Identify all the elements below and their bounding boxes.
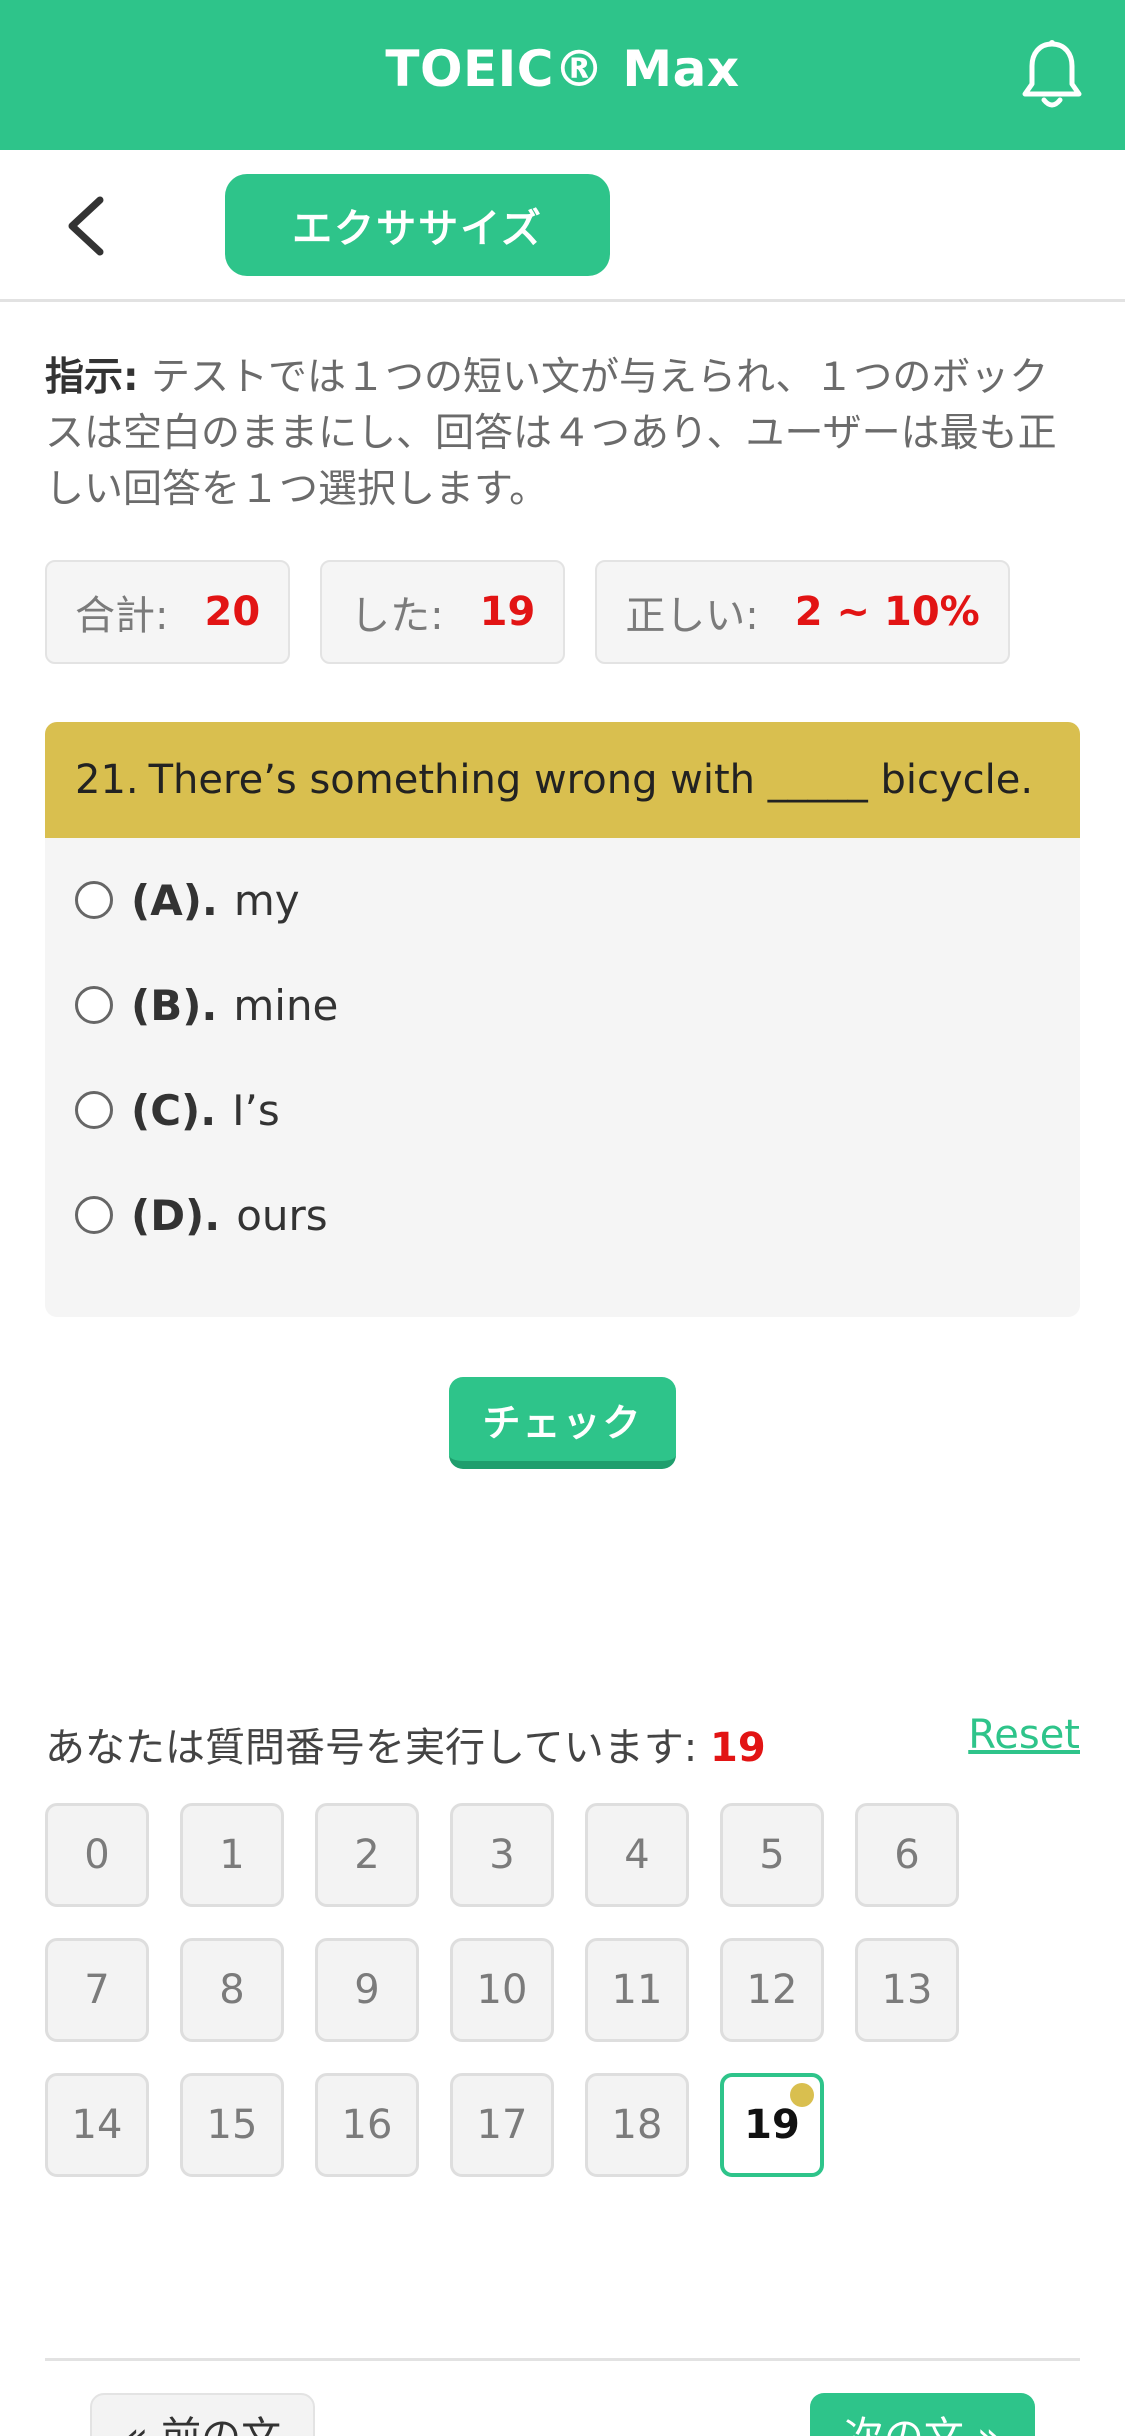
check-button[interactable]: チェック — [449, 1377, 676, 1469]
radio-b[interactable] — [75, 986, 113, 1024]
stat-done-value: 19 — [479, 589, 536, 635]
question-number-label: 4 — [624, 1832, 650, 1878]
bell-icon[interactable] — [1019, 38, 1085, 112]
stat-correct-label: 正しい: — [625, 593, 759, 639]
radio-c[interactable] — [75, 1091, 113, 1129]
stat-total-label: 合計: — [75, 593, 169, 639]
question-number-label: 2 — [354, 1832, 380, 1878]
reset-link[interactable]: Reset — [968, 1712, 1080, 1758]
next-button[interactable]: 次の文 » — [810, 2393, 1035, 2436]
prev-button[interactable]: « 前の文 — [90, 2393, 315, 2436]
question-number-label: 10 — [476, 1967, 528, 2013]
question-number-label: 1 — [219, 1832, 245, 1878]
question-number-button[interactable]: 7 — [45, 1938, 149, 2042]
question-number-label: 8 — [219, 1967, 245, 2013]
stat-total: 合計: 20 — [45, 560, 291, 664]
stat-total-value: 20 — [204, 589, 261, 635]
question-number-button[interactable]: 16 — [315, 2073, 419, 2177]
current-question-number: 19 — [710, 1725, 766, 1771]
question-number-button[interactable]: 2 — [315, 1803, 419, 1907]
question-number-label: 6 — [894, 1832, 920, 1878]
question-number-label: 11 — [611, 1967, 663, 2013]
question-number-label: 15 — [206, 2102, 258, 2148]
question-number-label: 5 — [759, 1832, 785, 1878]
option-c[interactable]: (C). I’s — [75, 1080, 280, 1140]
question-number-button[interactable]: 1 — [180, 1803, 284, 1907]
question-number-label: 16 — [341, 2102, 393, 2148]
question-number-button[interactable]: 0 — [45, 1803, 149, 1907]
option-a-text: my — [233, 875, 300, 925]
question-number-button[interactable]: 8 — [180, 1938, 284, 2042]
option-b[interactable]: (B). mine — [75, 975, 338, 1035]
top-app-bar: TOEIC® Max — [0, 0, 1125, 150]
question-number-button[interactable]: 3 — [450, 1803, 554, 1907]
question-text: There’s something wrong with _____ bicyc… — [148, 757, 1034, 803]
divider — [45, 2358, 1080, 2361]
radio-a[interactable] — [75, 881, 113, 919]
question-number-label: 18 — [611, 2102, 663, 2148]
radio-d[interactable] — [75, 1196, 113, 1234]
question-header: 21. There’s something wrong with _____ b… — [45, 722, 1080, 838]
question-number-button[interactable]: 15 — [180, 2073, 284, 2177]
progress-label-text: あなたは質問番号を実行しています: — [45, 1725, 698, 1771]
question-number-label: 0 — [84, 1832, 110, 1878]
question-number-button[interactable]: 18 — [585, 2073, 689, 2177]
question-number-label: 3 — [489, 1832, 515, 1878]
current-indicator-dot — [790, 2083, 814, 2107]
question-number-button[interactable]: 6 — [855, 1803, 959, 1907]
tab-exercise[interactable]: エクササイズ — [225, 174, 610, 276]
question-number-button[interactable]: 19 — [720, 2073, 824, 2177]
option-a[interactable]: (A). my — [75, 870, 300, 930]
question-number-label: 17 — [476, 2102, 528, 2148]
option-c-letter: (C). — [131, 1085, 217, 1135]
question-number-label: 7 — [84, 1967, 110, 2013]
question-number-button[interactable]: 14 — [45, 2073, 149, 2177]
option-b-text: mine — [233, 980, 339, 1030]
question-number-button[interactable]: 9 — [315, 1938, 419, 2042]
instructions-label: 指示: — [45, 355, 139, 400]
stats-row: 合計: 20 した: 19 正しい: 2 ~ 10% — [45, 560, 1010, 664]
chevron-left-icon[interactable] — [62, 194, 112, 258]
question-number-button[interactable]: 13 — [855, 1938, 959, 2042]
option-d[interactable]: (D). ours — [75, 1185, 328, 1245]
app-title: TOEIC® Max — [385, 40, 740, 98]
question-number-button[interactable]: 4 — [585, 1803, 689, 1907]
question-number-button[interactable]: 10 — [450, 1938, 554, 2042]
question-number-button[interactable]: 11 — [585, 1938, 689, 2042]
stat-done: した: 19 — [320, 560, 566, 664]
question-number-button[interactable]: 12 — [720, 1938, 824, 2042]
question-number: 21. — [75, 757, 139, 803]
question-grid: 0 1 2 3 4 5 6 7 8 9 10 11 12 13 14 15 16 17 18 19 — [45, 1803, 1005, 2177]
stat-done-label: した: — [350, 593, 444, 639]
question-number-label: 19 — [744, 2102, 800, 2148]
sub-header: エクササイズ — [0, 150, 1125, 302]
option-d-text: ours — [236, 1190, 328, 1240]
progress-label: あなたは質問番号を実行しています: 19 — [45, 1715, 766, 1773]
option-b-letter: (B). — [131, 980, 218, 1030]
question-card: 21. There’s something wrong with _____ b… — [45, 722, 1080, 1317]
question-number-label: 12 — [746, 1967, 798, 2013]
option-d-letter: (D). — [131, 1190, 221, 1240]
question-number-label: 13 — [881, 1967, 933, 2013]
option-a-letter: (A). — [131, 875, 218, 925]
question-number-label: 9 — [354, 1967, 380, 2013]
instructions: 指示: テストでは１つの短い文が与えられ、１つのボックスは空白のままにし、回答は… — [45, 350, 1080, 518]
question-number-label: 14 — [71, 2102, 123, 2148]
question-number-button[interactable]: 5 — [720, 1803, 824, 1907]
instructions-text: テストでは１つの短い文が与えられ、１つのボックスは空白のままにし、回答は４つあり… — [45, 355, 1057, 512]
question-number-button[interactable]: 17 — [450, 2073, 554, 2177]
stat-correct: 正しい: 2 ~ 10% — [595, 560, 1010, 664]
stat-correct-value: 2 ~ 10% — [794, 589, 980, 635]
option-c-text: I’s — [232, 1085, 280, 1135]
